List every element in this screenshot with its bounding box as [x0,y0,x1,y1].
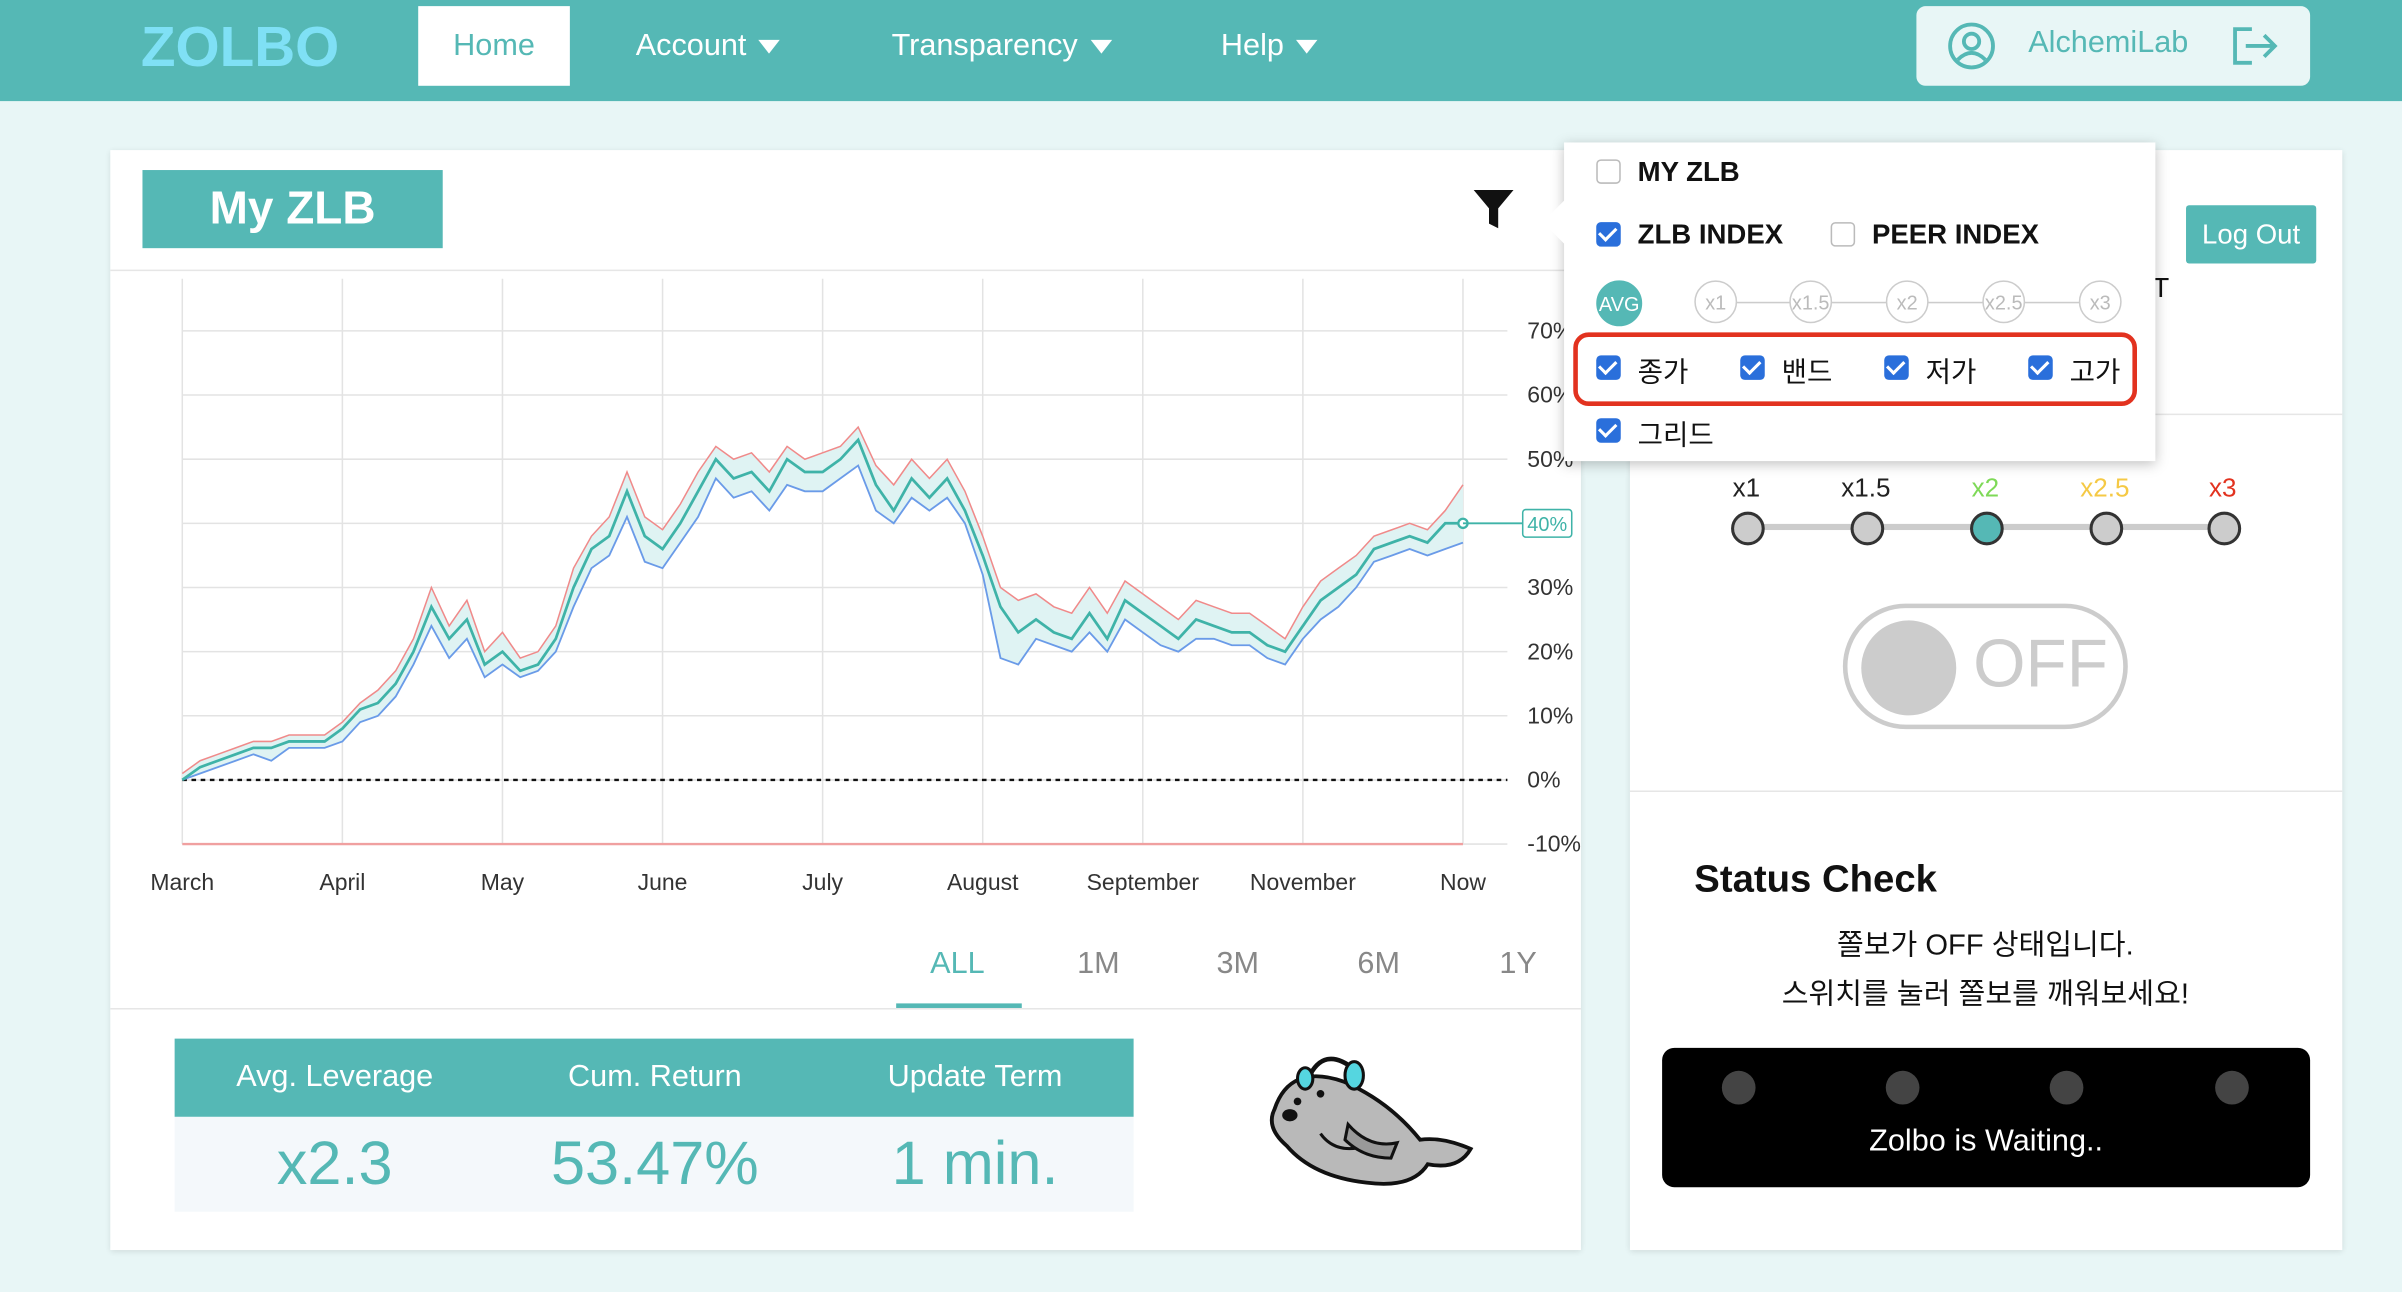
nav-help-label: Help [1220,28,1284,63]
top-nav: ZOLBO Home Account Transparency Help Alc… [0,0,2402,102]
logout-button-label: Log Out [2202,218,2301,249]
x-tick-label: August [947,869,1019,895]
logout-button[interactable]: Log Out [2186,205,2317,264]
nav-home-label: Home [453,28,535,63]
chevron-down-icon [1296,39,1318,53]
logo-text: ZOLBO [141,21,339,70]
toggle-label: OFF [1973,626,2108,702]
level-avg[interactable]: AVG [1596,280,1643,327]
page-title: My ZLB [142,170,443,249]
level-x2[interactable]: x2 [1885,280,1929,324]
zlb-index-label: ZLB INDEX [1637,219,1784,250]
leverage-option-x1-5[interactable] [1850,511,1885,546]
divider [110,269,1581,272]
tab-1m[interactable]: 1M [1037,947,1160,982]
level-x2-5[interactable]: x2.5 [1982,280,2026,324]
divider [110,1007,1581,1010]
tab-all[interactable]: ALL [896,947,1019,982]
zlb-index-checkbox[interactable] [1596,222,1621,247]
stats-table: Avg. Leverage Cum. Return Update Term x2… [174,1038,1134,1212]
nav-home[interactable]: Home [418,6,570,86]
y-tick-label: -10% [1527,831,1581,857]
status-title: Status Check [1694,857,1937,901]
divider [1629,790,2343,792]
status-message-2: 스위치를 눌러 쫄보를 깨워보세요! [1781,978,2189,1012]
tab-3m[interactable]: 3M [1176,947,1299,982]
peer-index-label: PEER INDEX [1871,219,2040,250]
leverage-label-x1-5: x1.5 [1841,473,1891,503]
y-tick-label: 30% [1527,574,1573,600]
update-term-value: 1 min. [891,1129,1059,1198]
level-x3[interactable]: x3 [2078,280,2122,324]
leverage-option-x1[interactable] [1731,511,1765,546]
x-tick-label: Now [1440,869,1486,895]
toggle-knob [1861,620,1957,716]
status-console: Zolbo is Waiting.. [1662,1047,2311,1188]
nav-transparency-label: Transparency [891,28,1078,63]
highlight-box [1573,332,2138,406]
nav-help[interactable]: Help [1221,6,1318,86]
tab-1y-label: 1Y [1499,946,1537,981]
status-dot [1885,1070,1920,1105]
y-tick-label: 10% [1527,702,1573,728]
status-dot [2049,1070,2084,1105]
status-console-text: Zolbo is Waiting.. [1869,1124,2104,1159]
leverage-label-x2: x2 [1971,473,2000,503]
tab-6m-label: 6M [1357,946,1400,981]
current-value-label: 40% [1527,514,1567,536]
tab-1y[interactable]: 1Y [1457,947,1580,982]
x-tick-label: June [638,869,688,895]
performance-chart[interactable]: March April May June July August September Nove… [110,273,1581,916]
leverage-label-x3: x3 [2209,473,2237,503]
leverage-option-x3[interactable] [2207,511,2242,546]
chevron-down-icon [1090,39,1112,53]
y-tick-label: 0% [1527,767,1560,793]
logout-icon[interactable] [2230,26,2279,66]
leverage-label-x2-5: x2.5 [2080,473,2130,503]
status-message-1: 쫄보가 OFF 상태입니다. [1836,929,2134,963]
update-term-header: Update Term [887,1060,1063,1094]
zolbo-logo[interactable]: ZOLBO [141,21,378,70]
power-toggle[interactable]: OFF [1842,603,2128,730]
leverage-option-x2-5[interactable] [2089,511,2124,546]
cum-return-header: Cum. Return [568,1060,742,1094]
x-tick-label: September [1087,869,1200,895]
grid-label: 그리드 [1637,419,1714,451]
filter-icon[interactable] [1472,188,1515,231]
nav-account-label: Account [635,28,747,63]
tab-1m-label: 1M [1077,946,1120,981]
x-tick-label: March [150,869,214,895]
level-x1-5[interactable]: x1.5 [1789,280,1833,324]
grid-checkbox[interactable] [1596,418,1621,443]
leverage-label-x1: x1 [1732,473,1761,503]
nav-account[interactable]: Account [635,6,781,86]
y-tick-label: 20% [1527,638,1573,664]
page-title-text: My ZLB [209,183,376,234]
popup-arrow [1542,197,1568,247]
leverage-option-x2[interactable] [1970,511,2004,546]
x-tick-label: April [319,869,365,895]
x-tick-label: November [1250,869,1356,895]
status-dot [1721,1070,1756,1105]
cum-return-value: 53.47% [550,1129,759,1198]
my-zlb-label: MY ZLB [1637,156,1740,187]
avg-leverage-header: Avg. Leverage [236,1060,434,1094]
user-avatar-icon[interactable] [1947,21,1996,70]
tab-all-label: ALL [930,946,985,981]
seal-mascot-icon [1269,1056,1474,1186]
chevron-down-icon [758,39,781,53]
nav-transparency[interactable]: Transparency [892,6,1112,86]
user-box: AlchemiLab [1916,6,2311,86]
peer-index-checkbox[interactable] [1830,222,1856,247]
x-tick-label: May [481,869,525,895]
status-dot [2215,1070,2249,1105]
level-x1[interactable]: x1 [1694,280,1738,324]
avg-leverage-value: x2.3 [276,1129,393,1198]
username[interactable]: AlchemiLab [2028,26,2188,61]
tab-6m[interactable]: 6M [1317,947,1440,982]
tab-3m-label: 3M [1216,946,1260,981]
x-tick-label: July [802,869,843,895]
my-zlb-checkbox[interactable] [1596,159,1621,184]
